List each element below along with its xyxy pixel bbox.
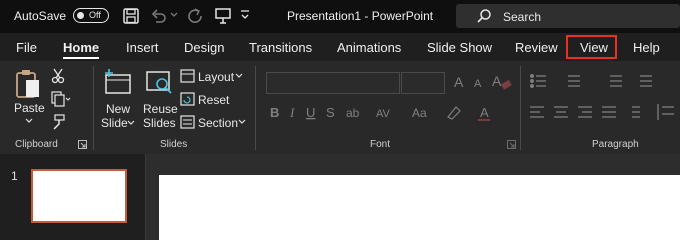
tab-design[interactable]: Design (184, 40, 224, 55)
tab-review[interactable]: Review (515, 40, 558, 55)
reset-label[interactable]: Reset (198, 93, 229, 107)
paste-icon[interactable] (14, 68, 42, 100)
svg-text:ab: ab (346, 106, 360, 120)
svg-text:A: A (454, 74, 464, 90)
tab-slide-show[interactable]: Slide Show (427, 40, 492, 55)
autosave-state: Off (89, 10, 101, 20)
cut-icon[interactable] (51, 68, 65, 84)
svg-text:A: A (480, 105, 489, 120)
reuse-slides-label-2[interactable]: Slides (143, 116, 176, 130)
group-separator (93, 66, 94, 150)
reuse-slides-icon[interactable] (145, 68, 175, 98)
tab-help[interactable]: Help (633, 40, 660, 55)
group-separator (255, 66, 256, 150)
tab-file[interactable]: File (16, 40, 37, 55)
svg-text:A: A (492, 73, 502, 89)
new-slide-label-1[interactable]: New (106, 102, 130, 116)
reuse-slides-label-1[interactable]: Reuse (143, 102, 178, 116)
save-icon[interactable] (122, 7, 140, 25)
section-icon[interactable] (180, 115, 195, 129)
font-group-label: Font (370, 139, 391, 150)
new-slide-icon[interactable] (102, 68, 134, 98)
new-slide-label-2[interactable]: Slide (101, 116, 128, 130)
tab-home[interactable]: Home (63, 40, 99, 55)
view-tab-highlight (566, 35, 617, 59)
redo-icon[interactable] (186, 7, 204, 25)
svg-text:S: S (326, 105, 335, 120)
group-separator (520, 66, 521, 150)
toggle-knob (77, 11, 84, 19)
start-from-beginning-icon[interactable] (214, 7, 232, 25)
clipboard-launcher-icon[interactable] (78, 140, 87, 149)
svg-text:AV: AV (376, 108, 391, 120)
reset-icon[interactable] (180, 92, 195, 106)
svg-text:U: U (306, 105, 315, 120)
svg-text:A: A (474, 78, 482, 90)
font-size-dropdown[interactable] (401, 72, 445, 94)
document-title: Presentation1 - PowerPoint (287, 9, 434, 23)
paragraph-group-label: Paragraph (592, 139, 639, 150)
format-painter-icon[interactable] (51, 114, 65, 130)
autosave-label: AutoSave (14, 9, 67, 23)
slide-canvas[interactable] (159, 175, 680, 240)
autosave-toggle[interactable]: Off (73, 8, 109, 23)
search-icon (477, 9, 491, 23)
tab-transitions[interactable]: Transitions (249, 40, 312, 55)
customize-toolbar-icon[interactable] (240, 8, 250, 22)
undo-dropdown-icon[interactable] (170, 12, 178, 18)
svg-text:Aa: Aa (412, 106, 427, 120)
layout-label[interactable]: Layout (198, 70, 234, 84)
layout-icon[interactable] (180, 69, 195, 83)
slide-thumbnail[interactable] (31, 169, 127, 223)
search-placeholder: Search (503, 10, 542, 24)
svg-text:B: B (270, 105, 279, 120)
paragraph-buttons[interactable] (528, 72, 680, 132)
layout-dropdown-icon[interactable] (235, 73, 243, 79)
paste-label[interactable]: Paste (14, 101, 45, 115)
slide-number: 1 (11, 169, 18, 183)
section-label[interactable]: Section (198, 116, 238, 130)
section-dropdown-icon[interactable] (238, 119, 246, 125)
font-name-dropdown[interactable] (266, 72, 400, 94)
tab-animations[interactable]: Animations (337, 40, 401, 55)
font-format-buttons[interactable]: B I U S ab AV Aa A (266, 103, 510, 123)
tab-insert[interactable]: Insert (126, 40, 159, 55)
paste-dropdown-icon[interactable] (25, 118, 33, 124)
undo-icon[interactable] (150, 7, 168, 25)
slides-group-label: Slides (160, 139, 188, 150)
clear-formatting-icon[interactable]: A (491, 72, 513, 92)
new-slide-dropdown-icon[interactable] (127, 120, 135, 126)
font-launcher-icon[interactable] (507, 140, 516, 149)
clipboard-group-label: Clipboard (15, 139, 58, 150)
copy-icon[interactable] (51, 91, 71, 107)
active-tab-underline (63, 57, 99, 59)
svg-text:I: I (289, 105, 295, 120)
